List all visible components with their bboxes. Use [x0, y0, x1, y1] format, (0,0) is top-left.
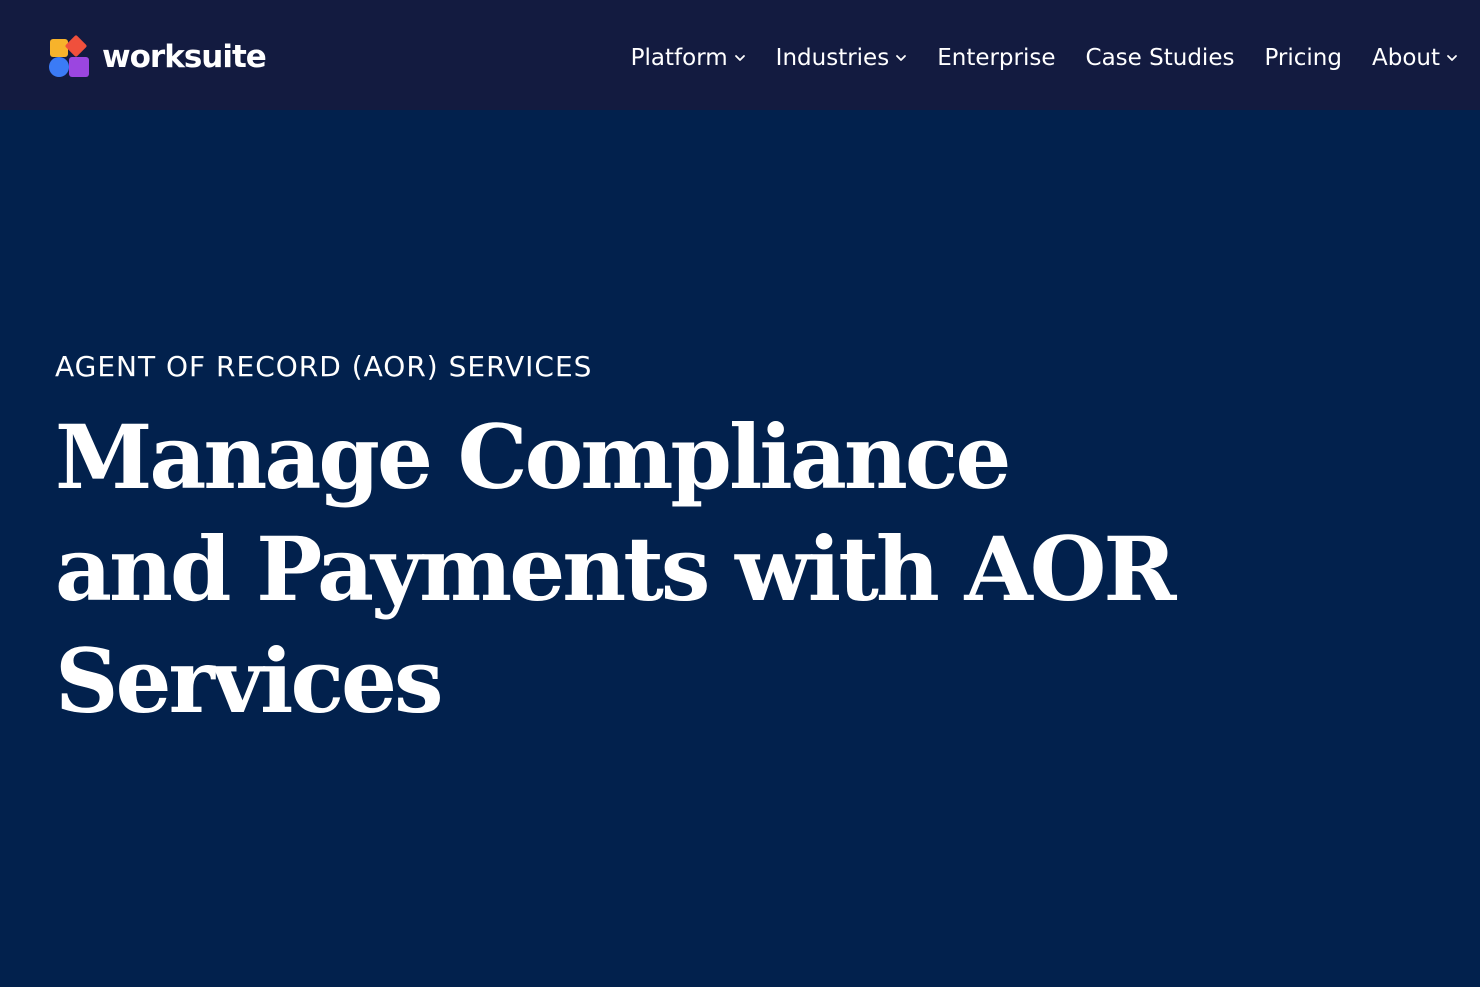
nav-item-label: About	[1371, 45, 1440, 71]
logo-red-diamond	[64, 34, 88, 58]
brand-logo-link[interactable]: worksuite	[48, 34, 267, 80]
brand-name: worksuite	[102, 39, 267, 75]
chevron-down-icon	[1447, 55, 1457, 61]
nav-item-label: Platform	[630, 45, 728, 71]
nav-item-label: Pricing	[1264, 45, 1342, 71]
chevron-down-icon	[896, 55, 907, 61]
logo-yellow-square	[50, 39, 68, 57]
hero-section: AGENT OF RECORD (AOR) SERVICES Manage Co…	[55, 350, 1255, 737]
top-navigation-bar: worksuite Platform Industries Enterprise…	[0, 0, 1480, 110]
logo-purple-square	[69, 57, 89, 77]
nav-item-pricing[interactable]: Pricing	[1264, 45, 1342, 71]
nav-item-platform[interactable]: Platform	[631, 45, 746, 71]
nav-item-label: Case Studies	[1085, 45, 1235, 71]
logo-blue-circle	[49, 57, 69, 77]
nav-item-case-studies[interactable]: Case Studies	[1086, 45, 1235, 71]
chevron-down-icon	[734, 55, 745, 61]
nav-item-enterprise[interactable]: Enterprise	[937, 45, 1055, 71]
worksuite-logo-icon	[48, 34, 92, 79]
nav-item-label: Industries	[775, 45, 890, 71]
hero-headline: Manage Compliance and Payments with AOR …	[55, 405, 1177, 733]
nav-item-industries[interactable]: Industries	[776, 45, 908, 71]
nav-item-about[interactable]: About	[1372, 45, 1458, 71]
hero-eyebrow: AGENT OF RECORD (AOR) SERVICES	[55, 350, 593, 383]
nav-item-label: Enterprise	[937, 45, 1056, 71]
main-nav: Platform Industries Enterprise Case Stud…	[631, 38, 1458, 78]
